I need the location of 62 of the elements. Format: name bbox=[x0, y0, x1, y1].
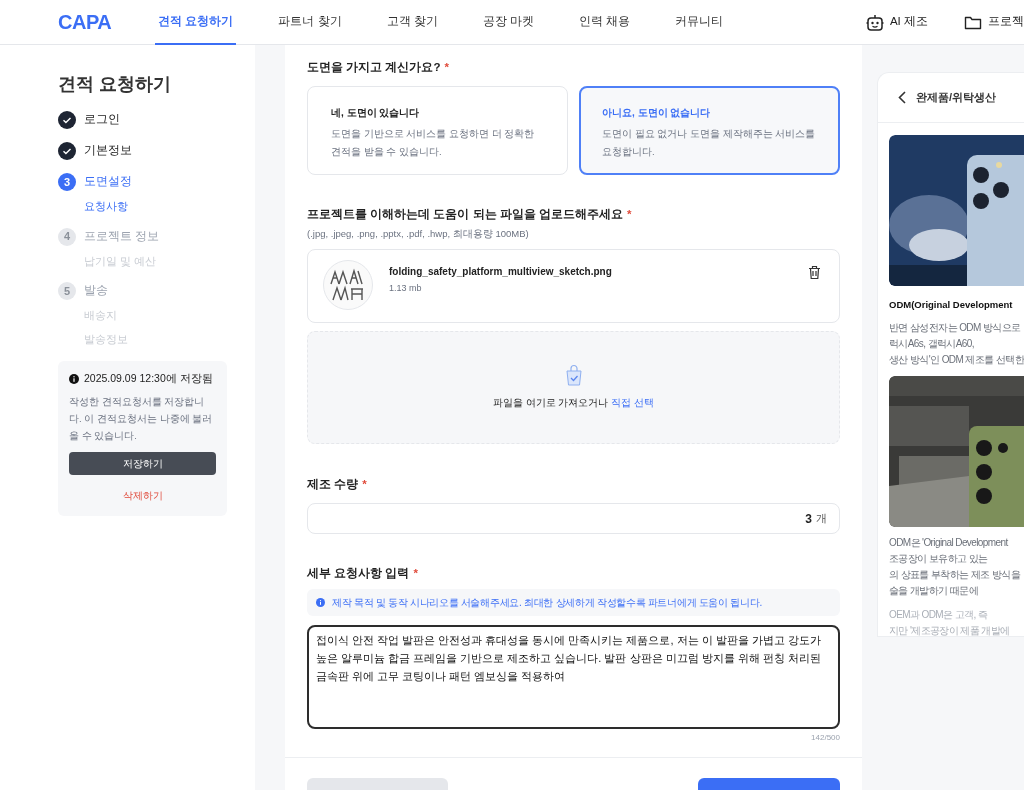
required-mark: * bbox=[413, 566, 418, 581]
article-text-line: OEM과 ODM은 고객, 즉 bbox=[889, 608, 989, 623]
step-label[interactable]: 기본정보 bbox=[84, 142, 132, 160]
step-number: 3 bbox=[58, 173, 76, 191]
header-link[interactable]: AI 제조 bbox=[889, 13, 928, 31]
save-button[interactable]: 저장하기 bbox=[69, 451, 216, 475]
step-label[interactable]: 도면설정 bbox=[84, 173, 132, 191]
article-text-line: 럭시A6s, 갤럭시A60, bbox=[889, 337, 975, 352]
nav-tab[interactable]: 공장 마켓 bbox=[479, 0, 537, 45]
panel-title: 완제품/위탁생산 bbox=[916, 90, 997, 106]
substep-label[interactable]: 요청사항 bbox=[84, 198, 227, 215]
save-description: 작성한 견적요청서를 저장합니다. 이 견적요청서는 나중에 불러올 수 있습니다. bbox=[69, 394, 214, 443]
option-description: 도면이 필요 없거나 도면을 제작해주는 서비스를 요청합니다. bbox=[602, 127, 817, 160]
nav-tab[interactable]: 파트너 찾기 bbox=[275, 0, 345, 45]
field-label: 도면을 가지고 계신가요? bbox=[307, 60, 441, 75]
file-name: folding_safety_platform_multiview_sketch.png bbox=[389, 264, 612, 279]
nav-tab[interactable]: 인력 채용 bbox=[576, 0, 634, 45]
header-link[interactable]: 프로젝 bbox=[988, 13, 1024, 31]
required-mark: * bbox=[362, 476, 367, 492]
details-textarea[interactable]: 접이식 안전 작업 발판은 안전성과 휴대성을 동시에 만족시키는 제품으로, 저는 이 발판을 가볍고 강도가 높은 알루미늄 합금 프레임을 기반으로 제조하고 싶습니다. 발판 상판은 미끄럼 방지를 위해 펀칭 처리된 금속판 위에 고무 코팅이나 패턴 엠보싱을 적용하여 bbox=[307, 625, 840, 730]
article-text-line: 술을 개발하기 때문에 bbox=[889, 584, 979, 599]
character-count: 142/500 bbox=[811, 732, 840, 745]
article-text-line: ODM은 'Original Development bbox=[889, 536, 1009, 551]
option-card[interactable]: 아니요, 도면이 없습니다 도면이 필요 없거나 도면을 제작해주는 서비스를 요청합니다. bbox=[579, 86, 840, 176]
info-icon bbox=[69, 373, 79, 384]
required-mark: * bbox=[627, 207, 632, 223]
article-text-line: 생산 방식'인 ODM 제조를 선택한 bbox=[889, 353, 1024, 368]
file-size: 1.13 mb bbox=[389, 281, 423, 295]
sidebar-title: 견적 요청하기 bbox=[58, 73, 172, 96]
file-hint: (.jpg, .jpeg, .png, .pptx, .pdf, .hwp, 최대용량 100MB) bbox=[307, 226, 530, 241]
quantity-value: 3 bbox=[805, 510, 812, 528]
info-icon bbox=[316, 598, 325, 608]
select-file-link[interactable]: 직접 선택 bbox=[611, 397, 654, 409]
quantity-field[interactable]: 3 개 bbox=[307, 503, 840, 534]
dropzone-text: 파일을 여기로 가져오거나 bbox=[493, 397, 609, 409]
step-label[interactable]: 로그인 bbox=[84, 111, 120, 129]
step-number: 4 bbox=[58, 227, 76, 246]
field-label: 제조 수량 bbox=[307, 476, 359, 492]
delete-link[interactable]: 삭제하기 bbox=[122, 489, 163, 501]
step-number: 5 bbox=[58, 282, 76, 300]
article-text-line: 의 상표를 부착하는 제조 방식을 bbox=[889, 568, 1021, 583]
saved-time: 2025.09.09 12:30에 저장됨 bbox=[84, 371, 213, 386]
upload-dropzone[interactable]: 파일을 여기로 가져오거나 직접 선택 bbox=[307, 330, 840, 444]
nav-tab[interactable]: 커뮤니티 bbox=[672, 0, 727, 45]
logo[interactable]: CAPA bbox=[58, 7, 112, 37]
article-text-line: 지만 '제조공장이 제품 개발에 bbox=[889, 624, 1011, 636]
field-label: 프로젝트를 이해하는데 도움이 되는 파일을 업로드해주세요 bbox=[307, 207, 623, 223]
trash-icon[interactable] bbox=[808, 264, 821, 280]
option-title: 아니요, 도면이 없습니다 bbox=[602, 106, 712, 121]
robot-icon bbox=[865, 13, 884, 31]
nav-tab[interactable]: 고객 찾기 bbox=[383, 0, 441, 45]
info-message: 제작 목적 및 동작 시나리오를 서술해주세요. 최대한 상세하게 작성할수록 파트너에게 도움이 됩니다. bbox=[332, 596, 762, 611]
article-heading: ODM(Original Development bbox=[889, 298, 1014, 312]
required-mark: * bbox=[444, 60, 449, 75]
article-text-line: 반면 삼성전자는 ODM 방식으로 bbox=[889, 321, 1022, 336]
option-card[interactable]: 네, 도면이 있습니다 도면을 기반으로 서비스를 요청하면 더 정확한 견적을 받을 수 있습니다. bbox=[307, 86, 568, 176]
field-label: 세부 요청사항 입력 bbox=[307, 566, 410, 581]
unit-label: 개 bbox=[816, 511, 827, 527]
article-text-line: 조공장이 보유하고 있는 bbox=[889, 552, 989, 567]
option-description: 도면을 기반으로 서비스를 요청하면 더 정확한 견적을 받을 수 있습니다. bbox=[331, 127, 536, 160]
back-icon[interactable] bbox=[898, 91, 906, 104]
option-title: 네, 도면이 있습니다 bbox=[331, 106, 421, 121]
